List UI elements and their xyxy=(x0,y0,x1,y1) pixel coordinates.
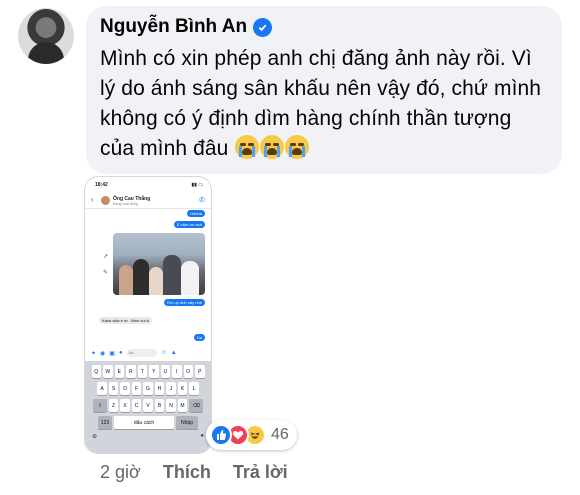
keyboard-key: A xyxy=(97,382,107,395)
keyboard-key: L xyxy=(189,382,199,395)
verified-badge-icon xyxy=(253,17,273,37)
keyboard-key: P xyxy=(195,365,205,378)
shift-icon: ⇧ xyxy=(92,399,107,412)
dictation-icon: ● xyxy=(200,433,204,439)
keyboard-key: O xyxy=(183,365,193,378)
reply-button[interactable]: Trả lời xyxy=(233,462,288,483)
author-avatar[interactable] xyxy=(18,8,74,64)
chat-toolbar: ✦ ◉ ▣ ● Aa ☺ ▲ xyxy=(91,347,207,359)
crying-face-icon xyxy=(285,135,310,159)
reactions-summary[interactable]: 46 xyxy=(206,420,297,450)
keyboard-key: H xyxy=(154,382,165,395)
keyboard-key: E xyxy=(114,365,124,378)
comment-body: Mình có xin phép anh chị đăng ảnh này rồ… xyxy=(100,47,542,160)
phone-time: 18:42 xyxy=(95,182,108,188)
keyboard: QWERTYUIOP ASDFGHJKL ⇧ ZXCVBNM ⌫ 123 dấu… xyxy=(85,361,211,453)
back-arrow-icon: ‹ xyxy=(91,195,94,204)
keyboard-key: Y xyxy=(149,365,159,378)
chat-message: Kaka okie e ơi . Nhìn vui à xyxy=(99,317,152,324)
keyboard-key: M xyxy=(177,399,188,412)
comment-text: Mình có xin phép anh chị đăng ảnh này rồ… xyxy=(100,44,548,164)
keyboard-key: N xyxy=(166,399,176,412)
keyboard-key: R xyxy=(126,365,136,378)
chat-message: Dạ xyxy=(193,334,205,341)
keyboard-key: X xyxy=(120,399,130,412)
keyboard-key: F xyxy=(131,382,142,395)
comment-timestamp[interactable]: 2 giờ xyxy=(100,462,141,483)
message-input: Aa xyxy=(126,349,157,357)
share-icon: ↗ xyxy=(103,254,109,260)
comment-actions: 2 giờ Thích Trả lời xyxy=(100,462,288,483)
chat-header: ‹ Ông Cao Thắng Đang hoạt động ✆ xyxy=(85,193,211,209)
keyboard-key: B xyxy=(154,399,165,412)
keyboard-key: C xyxy=(131,399,142,412)
backspace-icon: ⌫ xyxy=(189,399,204,412)
reaction-count: 46 xyxy=(271,426,289,443)
keyboard-key: D xyxy=(120,382,130,395)
globe-icon: ⊕ xyxy=(92,434,98,440)
keyboard-key: G xyxy=(143,382,153,395)
image-icon: ▣ xyxy=(109,350,115,357)
attached-screenshot[interactable]: 18:42 ▮▮ ▭ ‹ Ông Cao Thắng Đang hoạt độn… xyxy=(84,176,212,454)
numbers-key: 123 xyxy=(98,416,112,429)
keyboard-key: T xyxy=(137,365,147,378)
edit-icon: ✎ xyxy=(103,270,109,276)
keyboard-key: I xyxy=(172,365,182,378)
contact-status: Đang hoạt động xyxy=(113,202,138,206)
keyboard-key: U xyxy=(160,365,170,378)
chat-message: Em up ảnh này nhé xyxy=(164,299,205,306)
keyboard-key: S xyxy=(108,382,119,395)
keyboard-key: K xyxy=(177,382,188,395)
thumbs-up-icon: ▲ xyxy=(170,350,177,356)
author-name[interactable]: Nguyễn Bình An xyxy=(100,16,247,38)
chat-message: Hahha xyxy=(187,210,205,217)
crying-face-icon xyxy=(235,135,260,159)
comment-bubble: Nguyễn Bình An Mình có xin phép anh chị … xyxy=(86,6,562,174)
chat-message: E cám ơn anh xyxy=(173,221,205,228)
shared-photo xyxy=(113,233,205,295)
signal-battery-icon: ▮▮ ▭ xyxy=(191,182,203,188)
apps-icon: ✦ xyxy=(91,350,97,357)
space-key: dấu cách xyxy=(114,416,174,429)
camera-icon: ◉ xyxy=(100,350,106,357)
crying-face-icon xyxy=(260,135,285,159)
keyboard-key: V xyxy=(143,399,153,412)
mic-icon: ● xyxy=(118,350,123,356)
keyboard-key: J xyxy=(166,382,176,395)
keyboard-key: Z xyxy=(108,399,119,412)
return-key: Nhập xyxy=(176,416,198,429)
call-icon: ✆ xyxy=(199,197,205,204)
keyboard-key: W xyxy=(103,365,113,378)
like-button[interactable]: Thích xyxy=(163,462,211,483)
contact-avatar xyxy=(101,196,110,205)
emoji-icon: ☺ xyxy=(160,350,167,356)
keyboard-key: Q xyxy=(91,365,101,378)
like-icon xyxy=(210,424,232,446)
